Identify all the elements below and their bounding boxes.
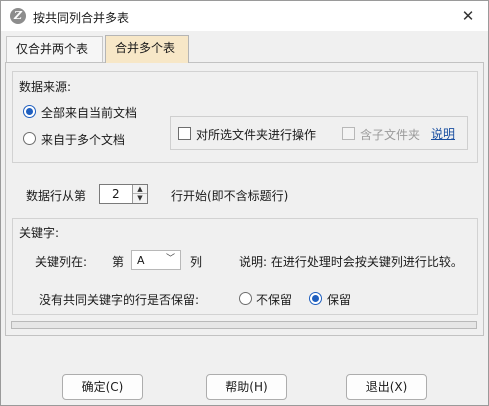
data-row-prefix: 数据行从第: [26, 189, 87, 203]
key-column-value[interactable]: A: [137, 254, 145, 267]
folder-checkbox-label[interactable]: 对所选文件夹进行操作: [196, 126, 316, 143]
exit-button[interactable]: 退出(X): [346, 374, 427, 400]
subfolder-checkbox-label[interactable]: 含子文件夹: [360, 126, 420, 143]
keyword-group: 关键字: 关键列在: 第 A ﹀ 列 说明: 在进行处理时会按关键列进行比较。 …: [12, 218, 478, 315]
key-column-label: 关键列在:: [35, 255, 88, 269]
radio-keep[interactable]: [309, 292, 322, 305]
radio-not-keep-label[interactable]: 不保留: [256, 291, 292, 308]
title-bar: Z 按共同列合并多表 ✕: [1, 1, 488, 31]
data-row-stepper[interactable]: 2 ▲ ▼: [99, 184, 148, 204]
radio-keep-label[interactable]: 保留: [327, 291, 351, 308]
key-column-suffix: 列: [190, 255, 203, 269]
data-source-group: 数据来源: 全部来自当前文档 来自于多个文档 对所选文件夹进行操作 含子文件夹 …: [12, 71, 478, 163]
close-icon[interactable]: ✕: [458, 6, 478, 26]
radio-multiple-docs-label[interactable]: 来自于多个文档: [41, 131, 125, 148]
folder-options-box: 对所选文件夹进行操作 含子文件夹 说明: [170, 116, 468, 150]
tab-merge-multiple[interactable]: 合并多个表: [105, 35, 189, 63]
progress-bar: [11, 321, 477, 329]
stepper-buttons: ▲ ▼: [132, 185, 147, 203]
stepper-up-icon[interactable]: ▲: [133, 185, 147, 194]
stepper-down-icon[interactable]: ▼: [133, 194, 147, 203]
z-logo-icon: Z: [10, 8, 26, 24]
key-column-note: 说明: 在进行处理时会按关键列进行比较。: [239, 255, 463, 269]
data-row-value[interactable]: 2: [112, 187, 120, 201]
radio-current-doc-label[interactable]: 全部来自当前文档: [41, 104, 137, 121]
key-column-select[interactable]: A ﹀: [131, 250, 181, 270]
folder-checkbox[interactable]: [178, 127, 191, 140]
radio-current-doc[interactable]: [23, 105, 36, 118]
keyword-label: 关键字:: [19, 226, 60, 240]
help-link[interactable]: 说明: [431, 125, 455, 142]
subfolder-checkbox[interactable]: [342, 127, 355, 140]
key-column-prefix: 第: [112, 255, 125, 269]
keep-rows-question: 没有共同关键字的行是否保留:: [39, 293, 200, 307]
radio-multiple-docs[interactable]: [23, 132, 36, 145]
help-button[interactable]: 帮助(H): [206, 374, 287, 400]
data-row-suffix: 行开始(即不含标题行): [171, 189, 289, 203]
chevron-down-icon[interactable]: ﹀: [166, 255, 175, 264]
radio-not-keep[interactable]: [239, 292, 252, 305]
tab-pane-merge-multiple: 数据来源: 全部来自当前文档 来自于多个文档 对所选文件夹进行操作 含子文件夹 …: [5, 62, 484, 336]
ok-button[interactable]: 确定(C): [62, 374, 143, 400]
window-title: 按共同列合并多表: [33, 11, 130, 25]
merge-tables-dialog: Z 按共同列合并多表 ✕ 仅合并两个表 合并多个表 数据来源: 全部来自当前文档…: [0, 0, 489, 406]
data-source-label: 数据来源:: [19, 80, 72, 94]
tab-merge-two[interactable]: 仅合并两个表: [6, 36, 103, 62]
